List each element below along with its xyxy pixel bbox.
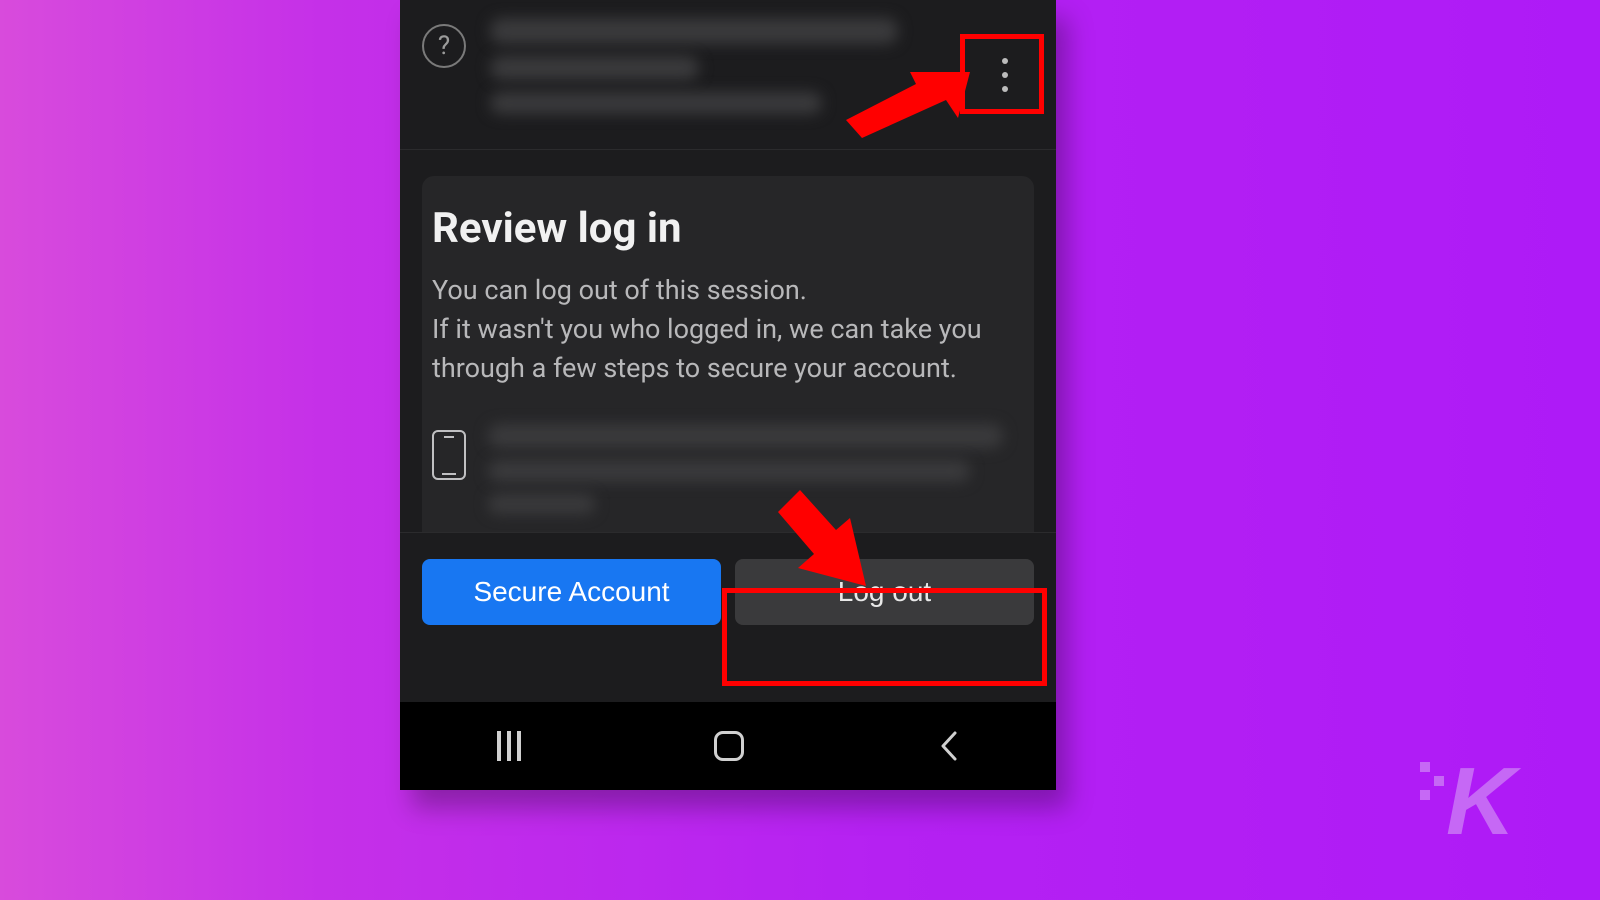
svg-text:K: K	[1446, 748, 1522, 852]
android-nav-bar	[400, 702, 1056, 790]
mobile-settings-screen: ? Review log in You can log out of this …	[400, 0, 1056, 790]
session-device-row	[432, 424, 1024, 532]
home-button[interactable]	[714, 731, 744, 761]
logout-button[interactable]: Log out	[735, 559, 1034, 625]
phone-icon	[432, 430, 466, 480]
help-icon: ?	[422, 24, 466, 68]
more-options-button[interactable]	[982, 44, 1028, 106]
action-bar: Secure Account Log out	[400, 532, 1056, 653]
session-list-item[interactable]: ?	[400, 0, 1056, 150]
watermark-logo: K	[1420, 742, 1540, 856]
back-button[interactable]	[937, 729, 959, 763]
device-details-blurred	[488, 424, 1024, 514]
card-description: You can log out of this session.If it wa…	[432, 271, 1024, 388]
review-login-card: Review log in You can log out of this se…	[422, 176, 1034, 532]
secure-account-button[interactable]: Secure Account	[422, 559, 721, 625]
session-details-blurred	[490, 18, 1034, 114]
recents-button[interactable]	[497, 731, 521, 761]
kebab-icon	[1002, 58, 1008, 64]
card-title: Review log in	[432, 204, 1024, 253]
